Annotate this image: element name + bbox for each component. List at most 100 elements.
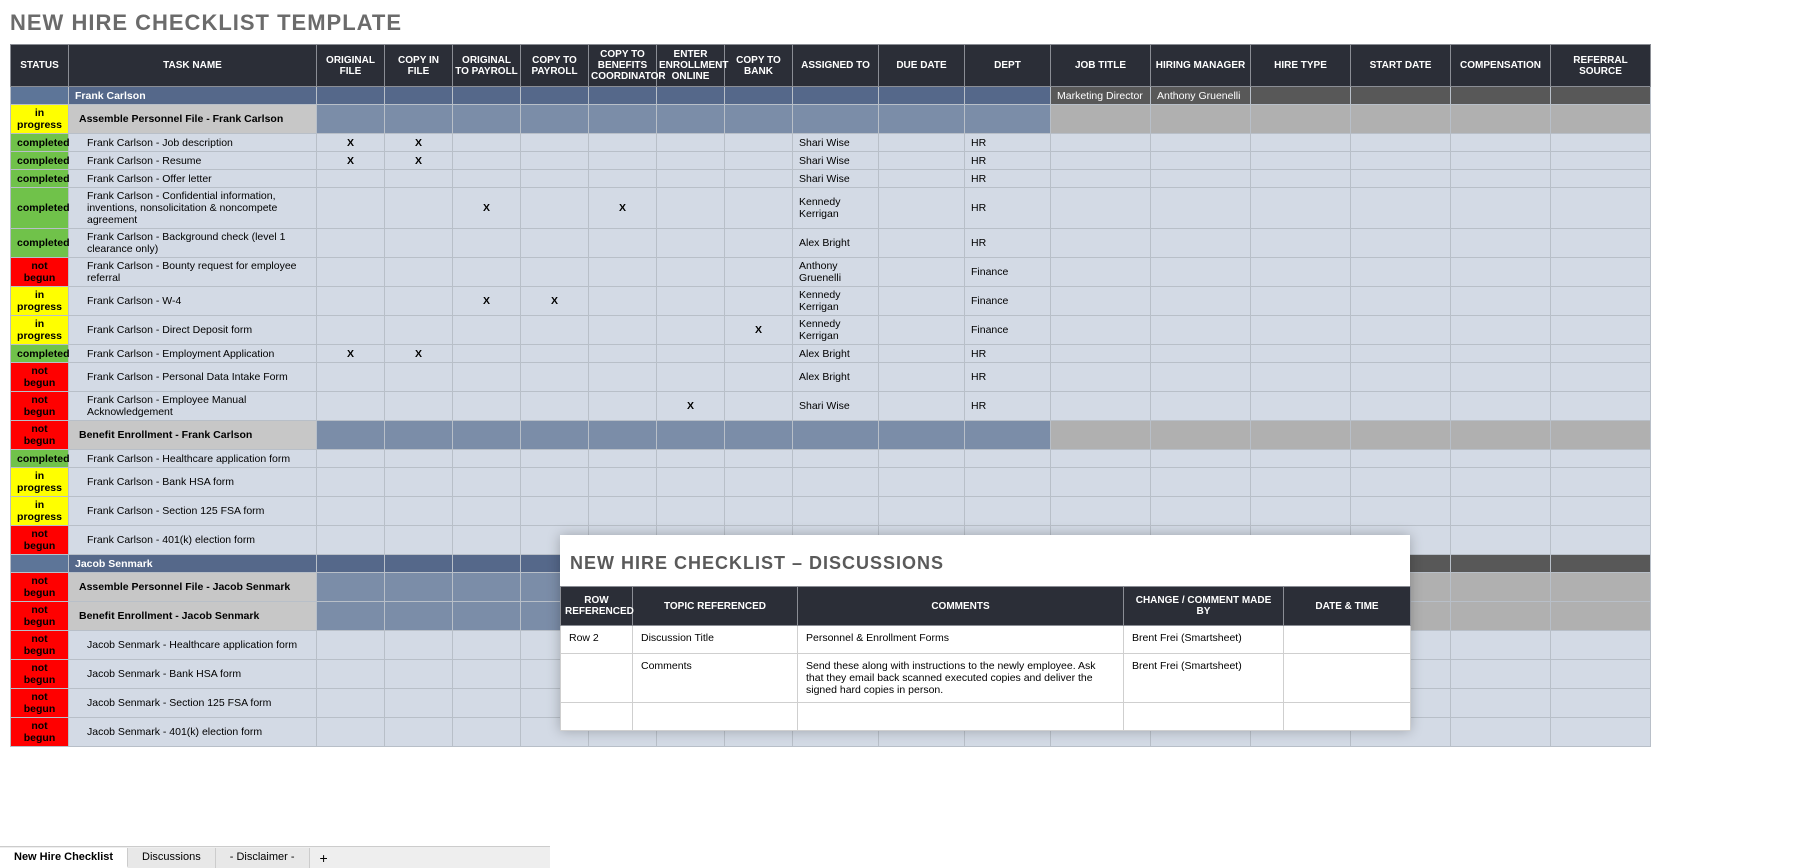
checkbox-cell[interactable] xyxy=(657,345,725,363)
ext-cell[interactable] xyxy=(1551,105,1651,134)
checkbox-cell[interactable] xyxy=(317,555,385,573)
checkbox-cell[interactable] xyxy=(725,497,793,526)
ext-cell[interactable] xyxy=(1151,134,1251,152)
task-cell[interactable]: Jacob Senmark - 401(k) election form xyxy=(69,718,317,747)
dept-cell[interactable] xyxy=(965,450,1051,468)
checkbox-cell[interactable] xyxy=(453,689,521,718)
assigned-cell[interactable]: Alex Bright xyxy=(793,363,879,392)
disc-row[interactable]: Row 2Discussion TitlePersonnel & Enrollm… xyxy=(561,626,1411,654)
task-cell[interactable]: Frank Carlson - W-4 xyxy=(69,287,317,316)
ext-cell[interactable] xyxy=(1151,316,1251,345)
checkbox-cell[interactable] xyxy=(385,421,453,450)
ext-cell[interactable] xyxy=(1251,188,1351,229)
table-row[interactable]: completedFrank Carlson - Job description… xyxy=(11,134,1651,152)
table-row[interactable]: completedFrank Carlson - ResumeXXShari W… xyxy=(11,152,1651,170)
task-cell[interactable]: Frank Carlson - Resume xyxy=(69,152,317,170)
dept-cell[interactable]: HR xyxy=(965,170,1051,188)
disc-row[interactable]: CommentsSend these along with instructio… xyxy=(561,654,1411,703)
ext-cell[interactable] xyxy=(1451,152,1551,170)
sheet-tab[interactable]: - Disclaimer - xyxy=(216,848,310,868)
ext-cell[interactable] xyxy=(1551,134,1651,152)
checkbox-cell[interactable] xyxy=(521,188,589,229)
ext-cell[interactable] xyxy=(1351,105,1451,134)
ext-cell[interactable] xyxy=(1151,345,1251,363)
checkbox-cell[interactable] xyxy=(657,450,725,468)
dept-cell[interactable] xyxy=(965,468,1051,497)
checkbox-cell[interactable] xyxy=(317,526,385,555)
task-cell[interactable]: Frank Carlson - Bank HSA form xyxy=(69,468,317,497)
ext-cell[interactable] xyxy=(1451,718,1551,747)
checkbox-cell[interactable] xyxy=(725,229,793,258)
checkbox-cell[interactable] xyxy=(521,345,589,363)
ext-cell[interactable] xyxy=(1451,392,1551,421)
status-cell[interactable]: completed xyxy=(11,229,69,258)
dept-cell[interactable]: Finance xyxy=(965,258,1051,287)
ext-cell[interactable] xyxy=(1051,134,1151,152)
checkbox-cell[interactable] xyxy=(317,660,385,689)
checkbox-cell[interactable] xyxy=(589,421,657,450)
column-header[interactable]: COPY TO BENEFITS COORDINATOR xyxy=(589,45,657,87)
task-cell[interactable]: Frank Carlson - 401(k) election form xyxy=(69,526,317,555)
checkbox-cell[interactable] xyxy=(589,497,657,526)
disc-cell-topic[interactable]: Comments xyxy=(633,654,798,703)
ext-cell[interactable] xyxy=(1251,468,1351,497)
checkbox-cell[interactable] xyxy=(657,363,725,392)
column-header[interactable]: HIRE TYPE xyxy=(1251,45,1351,87)
dept-cell[interactable] xyxy=(965,497,1051,526)
checkbox-cell[interactable] xyxy=(725,468,793,497)
ext-cell[interactable] xyxy=(1051,105,1151,134)
ext-cell[interactable] xyxy=(1451,134,1551,152)
ext-cell[interactable] xyxy=(1251,363,1351,392)
checkbox-cell[interactable] xyxy=(657,170,725,188)
dept-cell[interactable]: Finance xyxy=(965,316,1051,345)
table-row[interactable]: completedFrank Carlson - Healthcare appl… xyxy=(11,450,1651,468)
assigned-cell[interactable]: Alex Bright xyxy=(793,229,879,258)
due-cell[interactable] xyxy=(879,316,965,345)
checkbox-cell[interactable]: X xyxy=(657,392,725,421)
checkbox-cell[interactable] xyxy=(521,229,589,258)
dept-cell[interactable]: HR xyxy=(965,152,1051,170)
column-header[interactable]: ASSIGNED TO xyxy=(793,45,879,87)
checkbox-cell[interactable]: X xyxy=(317,152,385,170)
assigned-cell[interactable] xyxy=(793,450,879,468)
checkbox-cell[interactable] xyxy=(317,468,385,497)
ext-cell[interactable] xyxy=(1551,345,1651,363)
column-header[interactable]: HIRING MANAGER xyxy=(1151,45,1251,87)
checkbox-cell[interactable] xyxy=(317,363,385,392)
checkbox-cell[interactable] xyxy=(385,87,453,105)
ext-cell[interactable] xyxy=(1551,229,1651,258)
table-row[interactable]: in progressFrank Carlson - Bank HSA form xyxy=(11,468,1651,497)
ext-cell[interactable] xyxy=(1551,287,1651,316)
disc-column-header[interactable]: ROW REFERENCED xyxy=(561,587,633,626)
status-cell[interactable]: not begun xyxy=(11,526,69,555)
dept-cell[interactable]: HR xyxy=(965,345,1051,363)
disc-row[interactable] xyxy=(561,703,1411,731)
disc-column-header[interactable]: COMMENTS xyxy=(798,587,1124,626)
ext-cell[interactable] xyxy=(1351,345,1451,363)
checkbox-cell[interactable] xyxy=(317,170,385,188)
task-cell[interactable]: Jacob Senmark - Bank HSA form xyxy=(69,660,317,689)
checkbox-cell[interactable] xyxy=(385,105,453,134)
due-cell[interactable] xyxy=(879,468,965,497)
table-row[interactable]: completedFrank Carlson - Offer letterSha… xyxy=(11,170,1651,188)
column-header[interactable]: ORIGINAL TO PAYROLL xyxy=(453,45,521,87)
ext-cell[interactable] xyxy=(1151,152,1251,170)
ext-cell[interactable] xyxy=(1551,689,1651,718)
ext-cell[interactable] xyxy=(1351,170,1451,188)
checkbox-cell[interactable] xyxy=(589,316,657,345)
task-cell[interactable]: Benefit Enrollment - Jacob Senmark xyxy=(69,602,317,631)
dept-cell[interactable] xyxy=(965,105,1051,134)
checkbox-cell[interactable] xyxy=(317,718,385,747)
dept-cell[interactable]: HR xyxy=(965,229,1051,258)
checkbox-cell[interactable] xyxy=(385,660,453,689)
task-cell[interactable]: Assemble Personnel File - Frank Carlson xyxy=(69,105,317,134)
disc-cell-by[interactable]: Brent Frei (Smartsheet) xyxy=(1124,626,1284,654)
status-cell[interactable]: not begun xyxy=(11,573,69,602)
checkbox-cell[interactable] xyxy=(385,363,453,392)
checkbox-cell[interactable] xyxy=(521,258,589,287)
disc-cell-comments[interactable] xyxy=(798,703,1124,731)
ext-cell[interactable] xyxy=(1051,258,1151,287)
checkbox-cell[interactable] xyxy=(657,287,725,316)
ext-cell[interactable] xyxy=(1551,188,1651,229)
task-cell[interactable]: Frank Carlson - Personal Data Intake For… xyxy=(69,363,317,392)
